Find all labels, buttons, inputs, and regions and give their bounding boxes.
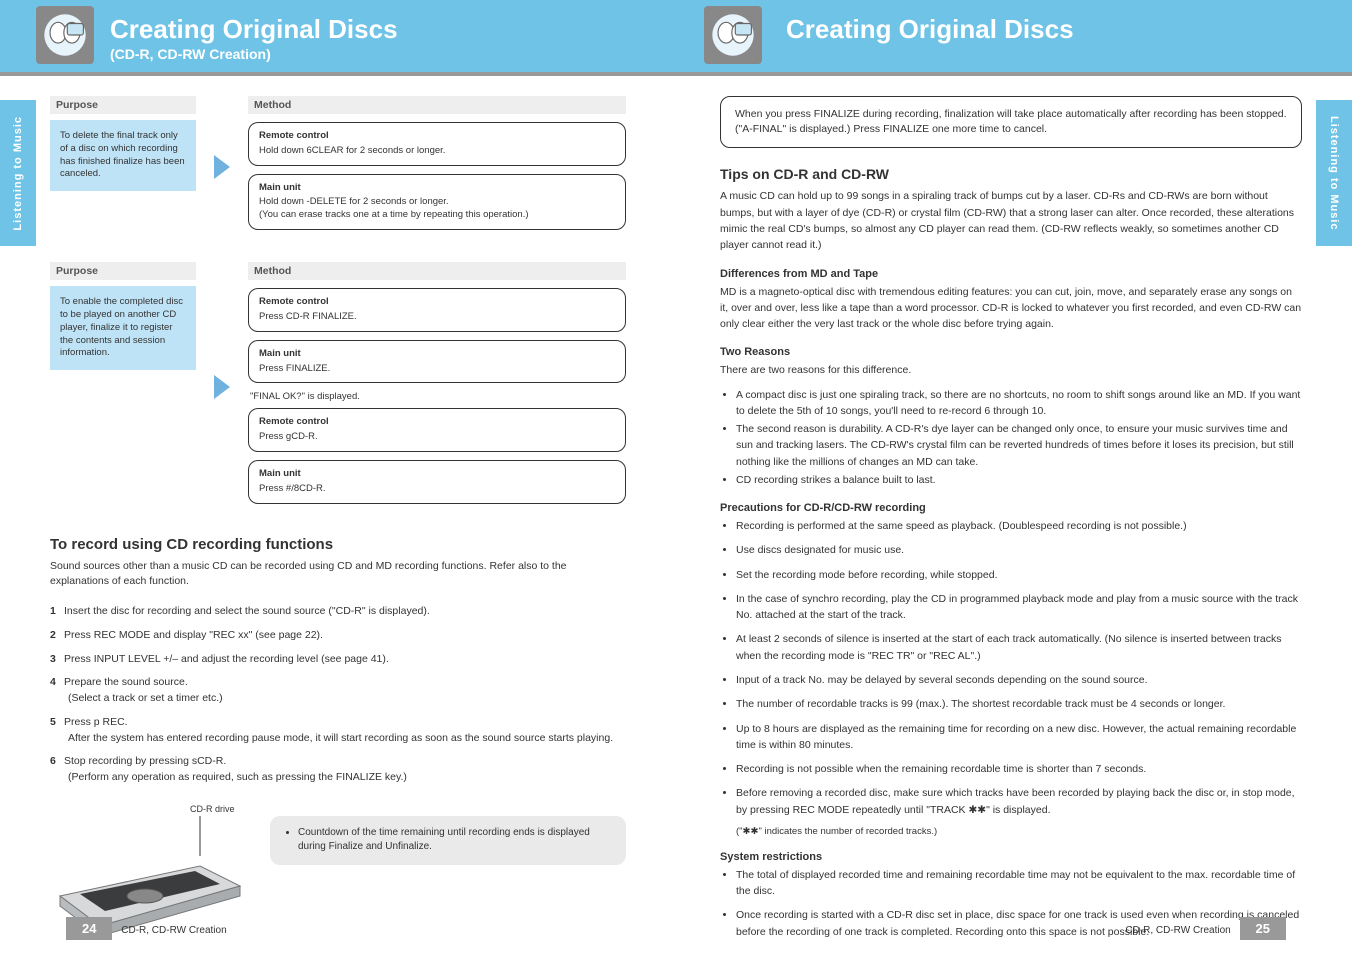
purpose-text: To enable the completed disc to be playe…	[50, 286, 196, 370]
note-box: Countdown of the time remaining until re…	[270, 816, 626, 865]
subheading: Differences from MD and Tape	[720, 268, 1302, 280]
subheading: System restrictions	[720, 851, 1302, 863]
page-title: Creating Original Discs	[786, 14, 1074, 45]
method-main-unit: Main unit Hold down -DELETE for 2 second…	[248, 174, 626, 230]
arrow-right-icon	[214, 375, 230, 399]
purpose-text: To delete the final track only of a disc…	[50, 120, 196, 191]
paragraph: A music CD can hold up to 99 songs in a …	[720, 188, 1302, 253]
section-heading: To record using CD recording functions	[50, 536, 626, 553]
footnote: ("✱✱" indicates the number of recorded t…	[736, 826, 1302, 837]
subheading: Two Reasons	[720, 346, 1302, 358]
method-main-unit: Main unit Press #/8CD-R.	[248, 460, 626, 504]
page-footer-text: CD-R, CD-RW Creation	[1125, 925, 1230, 936]
page-number: 25	[1240, 917, 1286, 940]
page-footer-text: CD-R, CD-RW Creation	[121, 925, 226, 936]
method-remote: Remote control Press gCD-R.	[248, 408, 626, 452]
paragraph: MD is a magneto-optical disc with tremen…	[720, 284, 1302, 333]
page-subtitle: (CD-R, CD-RW Creation)	[110, 46, 271, 62]
numbered-list: 1Insert the disc for recording and selec…	[50, 604, 626, 786]
method-label: Method	[248, 96, 626, 114]
bullet-list: A compact disc is just one spiraling tra…	[736, 387, 1302, 489]
purpose-label: Purpose	[50, 262, 196, 280]
page-title: Creating Original Discs	[110, 14, 398, 45]
method-remote: Remote control Hold down 6CLEAR for 2 se…	[248, 122, 626, 166]
paragraph: There are two reasons for this differenc…	[720, 362, 1302, 378]
purpose-label: Purpose	[50, 96, 196, 114]
method-main-unit: Main unit Press FINALIZE.	[248, 340, 626, 384]
method-common: "FINAL OK?" is displayed.	[250, 391, 626, 402]
section-heading: Tips on CD-R and CD-RW	[720, 166, 1302, 182]
manual-icon	[704, 6, 762, 64]
callout-box: When you press FINALIZE during recording…	[720, 96, 1302, 148]
precautions-list: Recording is performed at the same speed…	[736, 518, 1302, 818]
arrow-right-icon	[214, 155, 230, 179]
method-label: Method	[248, 262, 626, 280]
manual-icon	[36, 6, 94, 64]
method-remote: Remote control Press CD-R FINALIZE.	[248, 288, 626, 332]
section-intro: Sound sources other than a music CD can …	[50, 559, 626, 591]
subheading: Precautions for CD-R/CD-RW recording	[720, 502, 1302, 514]
page-number: 24	[66, 917, 112, 940]
